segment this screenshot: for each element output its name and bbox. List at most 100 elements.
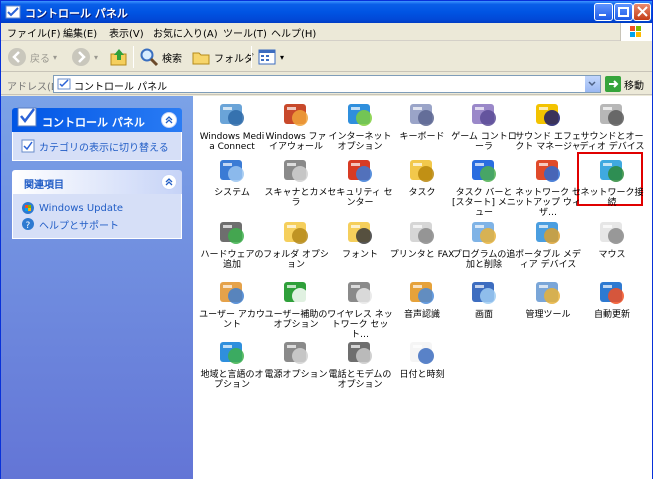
- control-panel-item[interactable]: 音声認識: [389, 276, 455, 320]
- control-panel-item[interactable]: 地域と言語のオプション: [199, 336, 265, 390]
- keyboard-icon: [406, 98, 438, 130]
- control-panel-item-label: インターネット オプション: [328, 132, 392, 152]
- maximize-button[interactable]: [614, 3, 633, 21]
- go-arrow-icon: [605, 76, 621, 92]
- control-panel-item[interactable]: プリンタと FAX: [389, 216, 455, 260]
- control-panel-item[interactable]: 電源オプション: [263, 336, 329, 380]
- control-panel-item[interactable]: 電話とモデムのオプション: [327, 336, 393, 390]
- back-button[interactable]: 戻る ▾: [7, 46, 57, 68]
- forward-dropdown-icon[interactable]: ▾: [94, 53, 98, 62]
- control-panel-item[interactable]: 画面: [451, 276, 517, 320]
- control-panel-item[interactable]: Windows Media Connect: [199, 98, 265, 152]
- control-panel-item[interactable]: 管理ツール: [515, 276, 581, 320]
- control-panel-item[interactable]: ネットワーク接続: [579, 154, 645, 208]
- address-value: コントロール パネル: [74, 82, 168, 93]
- menu-edit[interactable]: 編集(E): [63, 25, 97, 40]
- minimize-button[interactable]: [594, 3, 613, 21]
- menu-file[interactable]: ファイル(F): [7, 25, 61, 40]
- window-title: コントロール パネル: [25, 7, 128, 20]
- scheduled-tasks-icon: [406, 154, 438, 186]
- toolbar-separator: [251, 46, 252, 68]
- icon-view: Windows Media Connect Windows ファイアウォール インタ…: [193, 96, 652, 479]
- search-label: 検索: [162, 53, 182, 65]
- control-panel-item[interactable]: タスク: [389, 154, 455, 198]
- control-panel-item-label: 地域と言語のオプション: [200, 370, 264, 390]
- windows-update-icon: [22, 202, 34, 214]
- control-panel-item-label: Windows Media Connect: [199, 132, 265, 152]
- control-panel-item[interactable]: Windows ファイアウォール: [263, 98, 329, 152]
- control-panel-item[interactable]: インターネット オプション: [327, 98, 393, 152]
- control-panel-icon: [5, 5, 21, 19]
- windows-update-link[interactable]: Windows Update: [21, 200, 173, 216]
- collapse-button[interactable]: [161, 112, 177, 128]
- forward-button[interactable]: ▾: [71, 46, 98, 68]
- back-arrow-icon: [8, 48, 26, 66]
- control-panel-item[interactable]: ワイヤレス ネットワーク セット…: [327, 276, 393, 340]
- search-button[interactable]: 検索: [139, 46, 182, 68]
- toolbar-separator: [133, 46, 134, 68]
- control-panel-item[interactable]: キーボード: [389, 98, 455, 142]
- address-input[interactable]: コントロール パネル: [53, 75, 601, 93]
- control-panel-item[interactable]: スキャナとカメラ: [263, 154, 329, 208]
- menu-view[interactable]: 表示(V): [109, 25, 144, 40]
- control-panel-item-label: フォルダ オプション: [263, 250, 329, 270]
- control-panel-item-label: セキュリティ センター: [327, 188, 393, 208]
- control-panel-item[interactable]: ハードウェアの追加: [199, 216, 265, 270]
- scanner-camera-icon: [280, 154, 312, 186]
- go-label: 移動: [624, 80, 644, 92]
- speech-icon: [406, 276, 438, 308]
- control-panel-item[interactable]: プログラムの追加と削除: [451, 216, 517, 270]
- control-panel-item[interactable]: ユーザー アカウント: [199, 276, 265, 330]
- control-panel-item[interactable]: ユーザー補助のオプション: [263, 276, 329, 330]
- control-panel-item-label: 電源オプション: [264, 370, 328, 380]
- views-dropdown-icon[interactable]: ▾: [280, 53, 284, 62]
- minimize-icon: [599, 14, 606, 16]
- control-panel-item[interactable]: ポータブル メディア デバイス: [515, 216, 581, 270]
- address-dropdown-button[interactable]: [584, 76, 600, 92]
- control-panel-item[interactable]: ゲーム コントローラ: [451, 98, 517, 152]
- windows-logo-icon: [620, 23, 652, 41]
- control-panel-item[interactable]: マウス: [579, 216, 645, 260]
- control-panel-item[interactable]: システム: [199, 154, 265, 198]
- menu-favorites[interactable]: お気に入り(A): [153, 25, 218, 40]
- control-panel-panel: コントロール パネル カテゴリの表示に切り替える: [12, 107, 182, 161]
- control-panel-item[interactable]: フォルダ オプション: [263, 216, 329, 270]
- add-remove-programs-icon: [468, 216, 500, 248]
- control-panel-item-label: 管理ツール: [525, 310, 571, 320]
- help-support-label: ヘルプとサポート: [39, 220, 119, 232]
- control-panel-item-label: ハードウェアの追加: [200, 250, 264, 270]
- security-center-icon: [344, 154, 376, 186]
- control-panel-item[interactable]: 日付と時刻: [389, 336, 455, 380]
- control-panel-item[interactable]: 自動更新: [579, 276, 645, 320]
- control-panel-item-label: 日付と時刻: [399, 370, 445, 380]
- views-button[interactable]: ▾: [257, 46, 284, 68]
- folders-button[interactable]: フォルダ: [191, 46, 254, 68]
- related-panel-header[interactable]: 関連項目: [12, 170, 182, 194]
- control-panel-item[interactable]: フォント: [327, 216, 393, 260]
- wireless-network-icon: [344, 276, 376, 308]
- menu-tools[interactable]: ツール(T): [223, 25, 267, 40]
- fonts-icon: [344, 216, 376, 248]
- folder-options-icon: [280, 216, 312, 248]
- control-panel-item[interactable]: サウンド エフェクト マネージャ: [515, 98, 581, 152]
- collapse-button[interactable]: [161, 174, 177, 190]
- menu-help[interactable]: ヘルプ(H): [271, 25, 316, 40]
- control-panel-item[interactable]: タスク バーと [スタート] メニュー: [451, 154, 517, 218]
- control-panel-item[interactable]: セキュリティ センター: [327, 154, 393, 208]
- chevron-up-icon: [165, 116, 173, 124]
- control-panel-item[interactable]: サウンドとオーディオ デバイス: [579, 98, 645, 152]
- go-button[interactable]: 移動: [605, 76, 644, 92]
- close-button[interactable]: [633, 3, 651, 21]
- control-panel-item[interactable]: ネットワーク セットアップ ウィザ…: [515, 154, 581, 218]
- control-panel-item-label: 画面: [474, 310, 493, 320]
- up-folder-button[interactable]: [109, 46, 129, 68]
- related-panel: 関連項目 Windows Update ? ヘルプとサポート: [12, 170, 182, 239]
- control-panel-panel-header[interactable]: コントロール パネル: [12, 107, 182, 132]
- help-support-link[interactable]: ? ヘルプとサポート: [21, 216, 173, 232]
- control-panel-item-label: ユーザー補助のオプション: [264, 310, 328, 330]
- switch-to-category-view-link[interactable]: カテゴリの表示に切り替える: [21, 138, 173, 154]
- back-dropdown-icon[interactable]: ▾: [53, 53, 57, 62]
- related-panel-body: Windows Update ? ヘルプとサポート: [12, 194, 182, 239]
- windows-update-label: Windows Update: [39, 202, 124, 214]
- title-bar[interactable]: コントロール パネル: [1, 1, 652, 23]
